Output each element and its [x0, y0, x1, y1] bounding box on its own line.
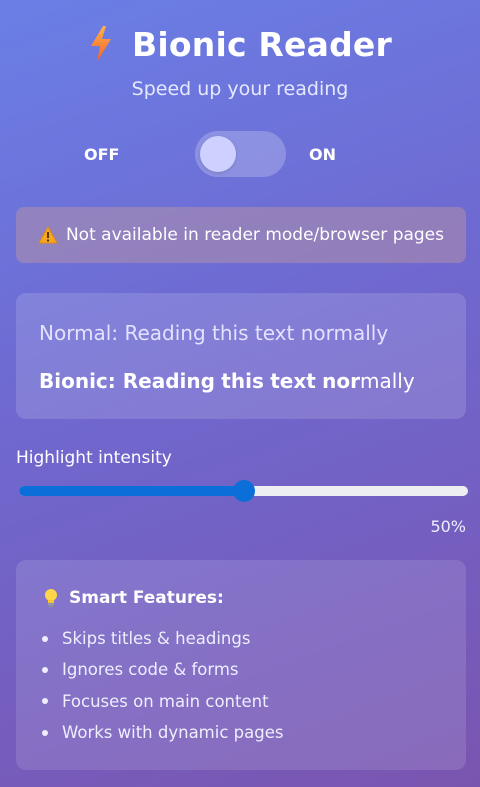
- features-title-text: Smart Features:: [69, 588, 224, 608]
- title-row: Bionic Reader: [0, 22, 480, 66]
- toggle-knob: [200, 136, 236, 172]
- bionic-word-bold: nor: [322, 369, 361, 393]
- bionic-demo-line: Bionic: Reading this text normally: [39, 369, 415, 393]
- slider-thumb[interactable]: [232, 480, 255, 502]
- bullet-icon: [42, 698, 48, 705]
- lightning-bolt-icon: [91, 26, 112, 62]
- bionic-word-bold: this: [221, 369, 264, 393]
- features-card: Smart Features: Skips titles & headings …: [16, 560, 466, 770]
- warning-text: Not available in reader mode/browser pag…: [65, 225, 445, 245]
- list-item: Ignores code & forms: [42, 654, 283, 685]
- bionic-prefix: Bionic:: [39, 369, 123, 393]
- bullet-icon: [42, 666, 48, 673]
- list-item: Focuses on main content: [42, 686, 283, 717]
- app-subtitle: Speed up your reading: [131, 78, 349, 100]
- toggle-on-label: ON: [309, 145, 336, 164]
- feature-text: Focuses on main content: [62, 691, 269, 711]
- normal-demo-line: Normal: Reading this text normally: [39, 321, 388, 345]
- list-item: Works with dynamic pages: [42, 717, 283, 748]
- bionic-word-bold: text: [270, 369, 316, 393]
- intensity-slider[interactable]: [19, 480, 468, 502]
- app-title: Bionic Reader: [132, 24, 392, 64]
- normal-prefix: Normal:: [39, 321, 125, 345]
- warning-icon: [38, 226, 58, 244]
- bullet-icon: [42, 729, 48, 736]
- warning-banner: Not available in reader mode/browser pag…: [16, 207, 466, 263]
- intensity-label: Highlight intensity: [16, 448, 172, 468]
- demo-card: Normal: Reading this text normally Bioni…: [16, 293, 466, 419]
- feature-text: Works with dynamic pages: [62, 723, 284, 743]
- toggle-off-label: OFF: [84, 145, 120, 164]
- bullet-icon: [42, 635, 48, 642]
- header: Bionic Reader Speed up your reading: [0, 22, 480, 100]
- normal-text: Reading this text normally: [124, 321, 389, 345]
- toggle-row: OFF ON: [0, 131, 480, 177]
- bionic-word-bold: Reading: [122, 369, 215, 393]
- features-list: Skips titles & headings Ignores code & f…: [42, 623, 283, 748]
- intensity-value: 50%: [430, 517, 466, 536]
- lightbulb-icon: [45, 589, 57, 608]
- feature-text: Skips titles & headings: [62, 629, 251, 649]
- list-item: Skips titles & headings: [42, 623, 283, 654]
- slider-fill: [19, 486, 244, 496]
- bionic-word-rest: mally: [360, 369, 415, 393]
- feature-text: Ignores code & forms: [62, 660, 239, 680]
- bionic-toggle-switch[interactable]: [195, 131, 286, 177]
- features-title: Smart Features:: [43, 588, 224, 608]
